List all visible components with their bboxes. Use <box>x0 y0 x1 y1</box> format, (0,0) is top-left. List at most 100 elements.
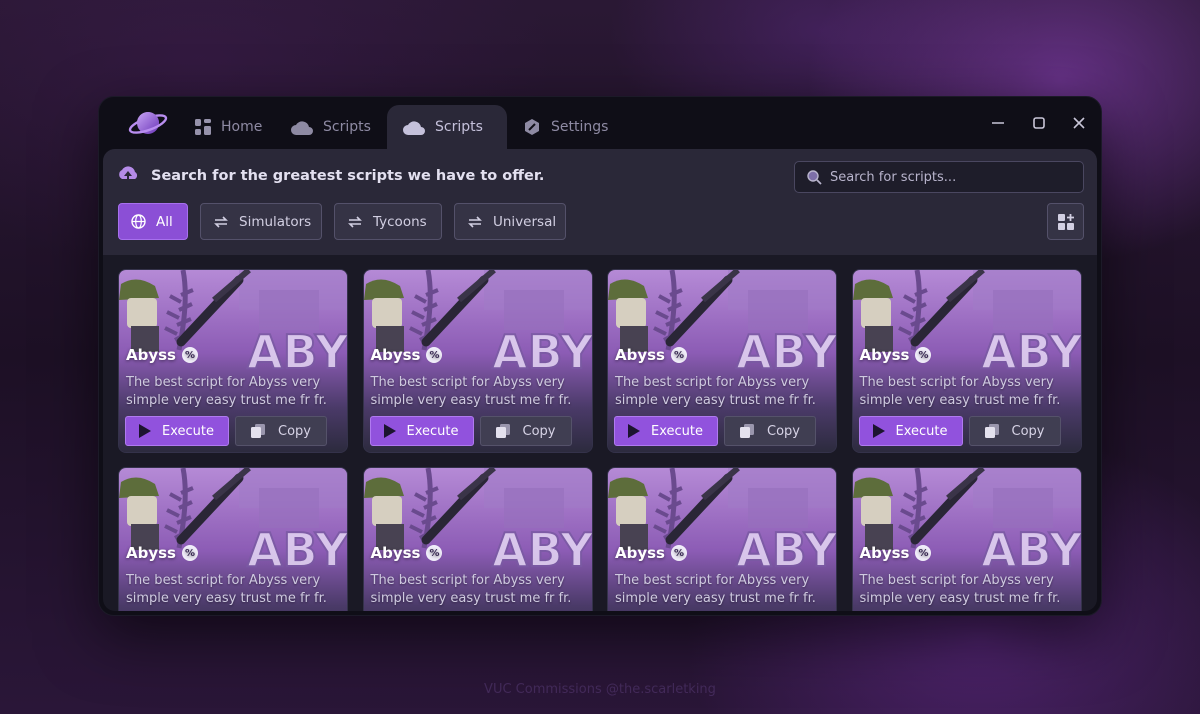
search-input[interactable] <box>830 169 1070 185</box>
copy-button[interactable]: Copy <box>479 416 572 446</box>
cloud-icon <box>403 120 425 135</box>
card-title: Abyss % <box>126 544 198 562</box>
tab-scripts-active[interactable]: Scripts <box>387 105 507 149</box>
planet-logo-icon <box>128 112 168 134</box>
app-window: Home Scripts Scripts Settings Search for… <box>98 96 1102 616</box>
swap-icon <box>348 215 362 228</box>
card-title-text: Abyss <box>126 544 176 562</box>
card-description: The best script for Abyss very simple ve… <box>126 573 327 606</box>
page-title: Search for the greatest scripts we have … <box>151 168 545 184</box>
verified-badge-icon: % <box>915 347 932 363</box>
close-button[interactable] <box>1069 113 1089 133</box>
filter-universal[interactable]: Universal <box>454 203 566 240</box>
grid-add-icon <box>1057 213 1074 230</box>
header-panel: Search for the greatest scripts we have … <box>103 149 1097 255</box>
script-card[interactable]: ABYSS Abyss % The best script for Abyss … <box>607 269 837 453</box>
execute-label: Execute <box>895 423 948 439</box>
title-bar: Home Scripts Scripts Settings <box>99 97 1101 149</box>
verified-badge-icon: % <box>426 347 443 363</box>
card-title: Abyss % <box>615 346 687 364</box>
script-card[interactable]: ABYSS Abyss % The best script for Abyss … <box>851 269 1082 453</box>
card-description: The best script for Abyss very simple ve… <box>615 375 816 408</box>
verified-badge-icon: % <box>670 545 687 561</box>
maximize-icon <box>1033 117 1045 129</box>
thumbnail-logo-text: ABYSS <box>981 325 1082 379</box>
thumbnail-logo-text: ABYSS <box>736 523 837 577</box>
card-title-text: Abyss <box>859 544 910 562</box>
copy-icon <box>495 424 510 438</box>
filter-label: Universal <box>493 213 557 230</box>
card-title-text: Abyss <box>370 346 421 364</box>
script-card[interactable]: ABYSS Abyss % The best script for Abyss … <box>851 467 1082 611</box>
verified-badge-icon: % <box>915 545 932 561</box>
script-card[interactable]: ABYSS Abyss % The best script for Abyss … <box>362 269 593 453</box>
filter-tycoons[interactable]: Tycoons <box>334 203 442 240</box>
card-description: The best script for Abyss very simple ve… <box>126 375 327 408</box>
card-description: The best script for Abyss very simple ve… <box>370 375 572 408</box>
minimize-icon <box>992 122 1004 124</box>
filter-label: Tycoons <box>373 213 427 230</box>
grid-icon <box>195 119 211 135</box>
script-card[interactable]: ABYSS Abyss % The best script for Abyss … <box>607 467 837 611</box>
swap-icon <box>468 215 482 228</box>
copy-label: Copy <box>1011 423 1045 439</box>
card-title-text: Abyss <box>615 544 665 562</box>
filter-label: Simulators <box>239 213 312 230</box>
copy-button[interactable]: Copy <box>724 416 816 446</box>
verified-badge-icon: % <box>181 545 198 561</box>
thumbnail-logo-text: ABYSS <box>247 325 348 379</box>
thumbnail-logo-text: ABYSS <box>492 325 593 379</box>
thumbnail-logo-text: ABYSS <box>736 325 837 379</box>
card-title: Abyss % <box>126 346 198 364</box>
script-card[interactable]: ABYSS Abyss % The best script for Abyss … <box>118 269 348 453</box>
card-description: The best script for Abyss very simple ve… <box>859 375 1061 408</box>
filter-simulators[interactable]: Simulators <box>200 203 322 240</box>
filter-all[interactable]: All <box>118 203 188 240</box>
play-icon <box>139 424 151 438</box>
copy-button[interactable]: Copy <box>968 416 1061 446</box>
scripts-grid: ABYSS Abyss % The best script for Abyss … <box>103 255 1097 611</box>
execute-button[interactable]: Execute <box>858 416 963 446</box>
copy-label: Copy <box>767 423 800 439</box>
card-title: Abyss % <box>615 544 687 562</box>
verified-badge-icon: % <box>181 347 198 363</box>
cloud-icon <box>291 120 313 135</box>
execute-button[interactable]: Execute <box>369 416 474 446</box>
card-title: Abyss % <box>371 544 443 562</box>
tab-label: Settings <box>551 119 609 135</box>
script-card[interactable]: ABYSS Abyss % The best script for Abyss … <box>118 467 348 611</box>
copy-label: Copy <box>522 423 556 439</box>
maximize-button[interactable] <box>1029 113 1049 133</box>
settings-icon <box>525 119 539 135</box>
card-title-text: Abyss <box>126 346 176 364</box>
tab-label: Home <box>221 119 263 135</box>
tab-label: Scripts <box>435 119 483 135</box>
card-title: Abyss % <box>860 544 932 562</box>
add-widget-button[interactable] <box>1047 203 1084 240</box>
execute-button[interactable]: Execute <box>614 416 718 446</box>
watermark: VUC Commissions @the.scarletking <box>484 682 716 697</box>
tab-scripts[interactable]: Scripts <box>275 105 381 149</box>
verified-badge-icon: % <box>426 545 443 561</box>
search-box[interactable] <box>794 161 1084 193</box>
globe-icon <box>131 214 146 229</box>
card-description: The best script for Abyss very simple ve… <box>615 573 816 606</box>
tab-home[interactable]: Home <box>179 105 271 149</box>
play-icon <box>628 424 640 438</box>
copy-icon <box>984 424 999 438</box>
execute-button[interactable]: Execute <box>125 416 229 446</box>
card-title-text: Abyss <box>615 346 665 364</box>
thumbnail-logo-text: ABYSS <box>981 523 1082 577</box>
play-icon <box>383 424 396 438</box>
card-title-text: Abyss <box>370 544 421 562</box>
tab-settings[interactable]: Settings <box>507 105 627 149</box>
tab-label: Scripts <box>323 119 371 135</box>
copy-icon <box>740 424 754 438</box>
copy-button[interactable]: Copy <box>235 416 327 446</box>
script-card[interactable]: ABYSS Abyss % The best script for Abyss … <box>362 467 593 611</box>
close-icon <box>1073 117 1085 129</box>
card-description: The best script for Abyss very simple ve… <box>859 573 1061 606</box>
execute-label: Execute <box>162 423 214 439</box>
copy-icon <box>251 424 265 438</box>
minimize-button[interactable] <box>988 113 1008 133</box>
